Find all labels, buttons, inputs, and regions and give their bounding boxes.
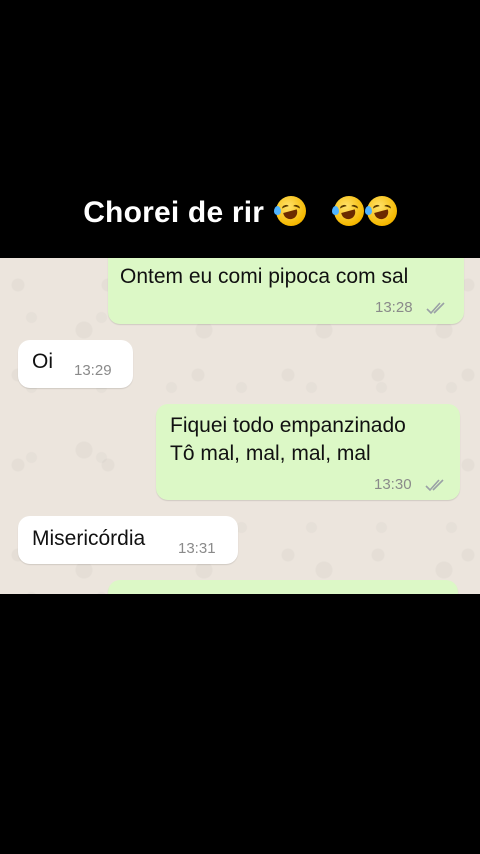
message-time: 13:30: [374, 476, 412, 493]
outgoing-message[interactable]: Ontem eu comi pipoca com sal 13:28: [108, 258, 464, 324]
incoming-message[interactable]: Oi 13:29: [18, 340, 133, 388]
outgoing-message[interactable]: Fiquei todo empanzinado Tô mal, mal, mal…: [156, 404, 460, 500]
laughing-emoji-icon: [364, 196, 397, 226]
incoming-message[interactable]: Misericórdia 13:31: [18, 516, 238, 564]
video-caption: Chorei de rir: [0, 196, 480, 230]
message-text: Misericórdia: [32, 527, 146, 550]
message-text: Tô mal, mal, mal, mal: [170, 442, 371, 465]
outgoing-message-partial[interactable]: [108, 580, 458, 594]
laughing-emoji-icon: [273, 196, 306, 226]
message-text: Fiquei todo empanzinado: [170, 414, 406, 437]
double-check-icon: [426, 302, 445, 315]
chat-screenshot: Ontem eu comi pipoca com sal 13:28 Oi 13…: [0, 258, 480, 594]
double-check-icon: [425, 479, 444, 492]
message-time: 13:29: [74, 362, 112, 379]
caption-text: Chorei de rir: [83, 196, 265, 229]
message-text: Ontem eu comi pipoca com sal: [120, 265, 409, 288]
message-time: 13:28: [375, 299, 413, 316]
laughing-emoji-icon: [331, 196, 364, 226]
message-time: 13:31: [178, 540, 216, 557]
message-text: Oi: [32, 350, 53, 373]
